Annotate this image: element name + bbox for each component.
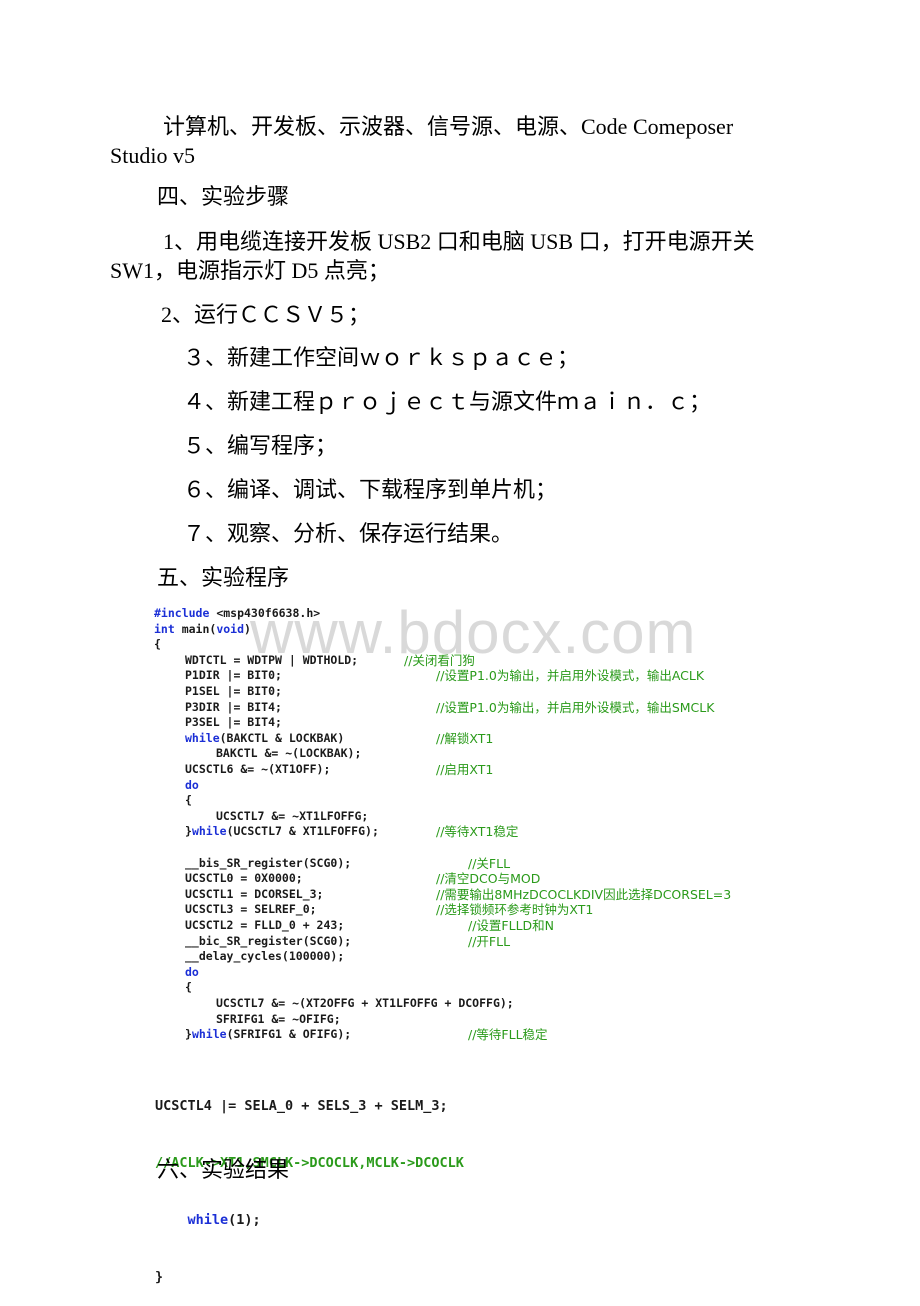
code-comment: //等待FLL稳定 [468,1027,548,1043]
code-text: } [185,824,192,839]
code-line-ucsctl4: UCSCTL4 |= SELA_0 + SELS_3 + SELM_3; [155,1098,448,1114]
code-line: P1SEL |= BIT0; [185,684,282,700]
code-line: P3SEL |= BIT4; [185,715,282,731]
code-comment: //关闭看门狗 [404,652,475,668]
step-6: ６、编译、调试、下载程序到单片机； [183,477,558,502]
code-line: #include <msp430f6638.h> [154,606,320,622]
equipment-line-1: 计算机、开发板、示波器、信号源、电源、Code Comeposer [163,114,734,139]
code-line: __bic_SR_register(SCG0); [185,934,351,950]
code-line: int main(void) [154,622,251,638]
code-comment: //开FLL [468,933,511,949]
code-comment: //设置P1.0为输出，并启用外设模式，输出ACLK [436,668,705,684]
code-line: P1DIR |= BIT0; [185,668,282,684]
code-closing-brace: } [155,1269,164,1285]
code-keyword: do [185,777,199,792]
code-line: UCSCTL7 &= ~XT1LFOFFG; [216,809,368,825]
code-comment: //等待XT1稳定 [436,824,519,840]
code-line: BAKCTL &= ~(LOCKBAK); [216,746,361,762]
code-text: P3DIR |= BIT4; [185,699,282,714]
code-text: (UCSCTL7 & XT1LFOFFG); [226,824,379,839]
code-text: UCSCTL7 &= ~(XT2OFFG + XT1LFOFFG + DCOFF… [216,996,514,1010]
code-keyword: #include [154,606,210,620]
code-comment: //设置P1.0为输出，并启用外设模式，输出SMCLK [436,699,715,715]
code-text: P3SEL |= BIT4; [185,715,282,730]
code-keyword: while [191,1027,227,1042]
step-2: 2、运行ＣＣＳＶ５； [161,302,371,327]
code-line: __bis_SR_register(SCG0); [185,856,351,872]
code-text: (SFRIFG1 & OFIFG); [226,1027,352,1042]
code-line: }while(SFRIFG1 & OFIFG); [185,1027,351,1043]
code-line: UCSCTL0 = 0X0000; [185,871,303,887]
code-text: SFRIFG1 &= ~OFIFG; [216,1011,341,1026]
code-line: UCSCTL7 &= ~(XT2OFFG + XT1LFOFFG + DCOFF… [216,996,514,1012]
code-while-args: (1); [228,1212,261,1228]
step-4: ４、新建工程ｐｒｏｊｅｃｔ与源文件ｍａｉｎ．ｃ； [183,389,712,414]
code-text: { [185,793,192,808]
code-text: UCSCTL0 = 0X0000; [185,871,303,886]
code-keyword: int [154,621,175,636]
code-keyword: while [191,824,227,839]
code-line: { [185,793,192,809]
code-line: { [185,980,192,996]
code-text: UCSCTL2 = FLLD_0 + 243; [185,918,345,932]
code-line: UCSCTL1 = DCORSEL_3; [185,887,323,903]
code-text: { [185,980,192,995]
section-heading-program: 五、实验程序 [157,565,290,590]
code-text: ) [244,621,251,636]
code-comment: //关FLL [468,855,511,871]
code-keyword-while: while [187,1212,229,1228]
code-line: UCSCTL6 &= ~(XT1OFF); [185,762,330,778]
equipment-line-2: Studio v5 [110,143,195,168]
code-comment: //设置FLLD和N [468,918,555,933]
code-text: main( [174,621,217,636]
code-text: P1SEL |= BIT0; [185,684,282,698]
step-3: ３、新建工作空间ｗｏｒｋｓｐａｃｅ； [183,345,580,370]
step-1-line-2: SW1，电源指示灯 D5 点亮； [110,258,390,283]
code-line: { [154,637,161,653]
step-5: ５、编写程序； [183,433,338,458]
code-text: WDTCTL = WDTPW | WDTHOLD; [185,652,359,667]
code-comment: //需要输出8MHzDCOCLKDIV因此选择DCORSEL=3 [436,886,732,902]
code-line: while(BAKCTL & LOCKBAK) [185,731,344,747]
code-block: #include <msp430f6638.h> int main(void){W… [154,606,834,1046]
code-text: UCSCTL3 = SELREF_0; [185,902,317,917]
code-line: P3DIR |= BIT4; [185,700,282,716]
code-text: UCSCTL6 &= ~(XT1OFF); [185,762,331,776]
code-text: } [185,1027,192,1042]
code-keyword: void [216,621,245,636]
code-line: do [185,965,199,981]
code-line-while-loop: while(1); [155,1211,464,1230]
step-1-line-1: 1、用电缆连接开发板 USB2 口和电脑 USB 口，打开电源开关 [163,229,755,254]
code-text: <msp430f6638.h> [209,606,321,620]
code-text: UCSCTL1 = DCORSEL_3; [185,886,324,901]
code-line: UCSCTL2 = FLLD_0 + 243; [185,918,344,934]
section-heading-steps: 四、实验步骤 [157,184,290,209]
code-text: (BAKCTL & LOCKBAK) [219,730,345,745]
code-line: do [185,778,199,794]
code-text: __bic_SR_register(SCG0); [185,933,352,948]
code-line: SFRIFG1 &= ~OFIFG; [216,1012,341,1028]
code-comment: //选择锁频环参考时钟为XT1 [436,902,594,918]
code-text: __bis_SR_register(SCG0); [185,855,352,870]
code-line: __delay_cycles(100000); [185,949,344,965]
code-text: UCSCTL7 &= ~XT1LFOFFG; [216,808,369,823]
code-comment: //解锁XT1 [436,730,494,746]
code-keyword: while [185,730,220,745]
code-keyword: do [185,964,199,979]
code-line: }while(UCSCTL7 & XT1LFOFFG); [185,824,379,840]
code-comment: //清空DCO与MOD [436,871,541,887]
step-7: ７、观察、分析、保存运行结果。 [183,521,514,546]
code-text: __delay_cycles(100000); [185,949,345,964]
code-text: { [154,637,161,652]
code-text: P1DIR |= BIT0; [185,668,282,683]
section-heading-results: 六、实验结果 [157,1157,290,1182]
code-comment: //启用XT1 [436,762,494,777]
code-line: WDTCTL = WDTPW | WDTHOLD; [185,653,358,669]
code-text: BAKCTL &= ~(LOCKBAK); [216,746,362,761]
code-line: UCSCTL3 = SELREF_0; [185,902,317,918]
